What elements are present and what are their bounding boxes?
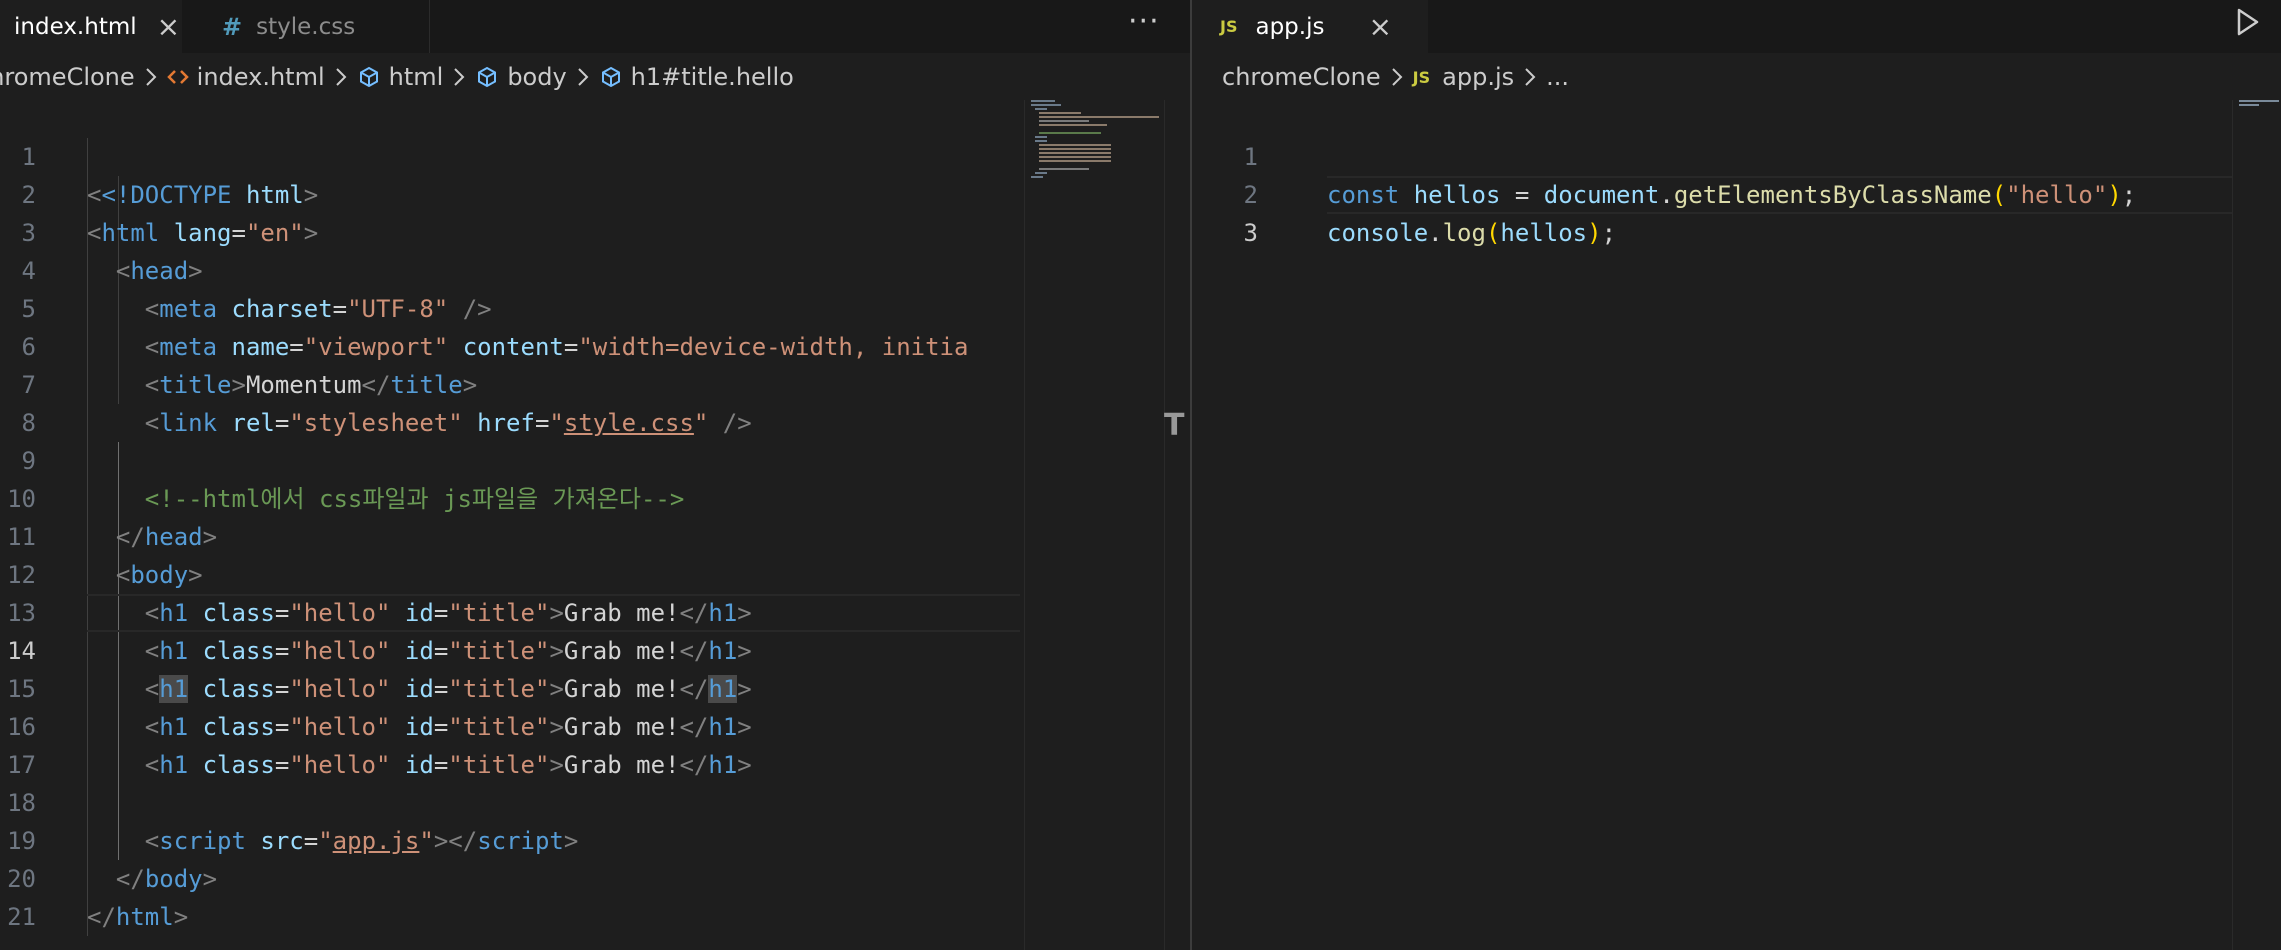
- minimap-line: [1039, 148, 1111, 150]
- code-line: 10 </head>: [0, 442, 1190, 551]
- js-file-icon: JS: [1412, 67, 1431, 87]
- line-number-current: 3: [1243, 219, 1258, 247]
- minimap-line: [1039, 152, 1111, 154]
- code-line: 6 <title>Momentum</title>: [0, 290, 1190, 399]
- tab-index-html[interactable]: index.html ×: [0, 0, 182, 53]
- code-line: 5 <meta name="viewport" content="width=d…: [0, 252, 1190, 361]
- chevron-right-icon: [1391, 67, 1403, 87]
- code-line: 13 <h1 class="hello" id="title">Grab me!…: [0, 556, 1190, 665]
- line-number: 21: [7, 903, 36, 931]
- close-icon[interactable]: ×: [157, 12, 180, 41]
- minimap-line: [1039, 124, 1107, 126]
- code-line: 11 <body>: [0, 480, 1190, 589]
- play-icon[interactable]: [2235, 6, 2261, 38]
- tab-style-css[interactable]: # style.css: [192, 0, 430, 53]
- breadcrumb-file-label: app.js: [1442, 63, 1515, 91]
- breadcrumb-element-html[interactable]: html: [357, 63, 444, 91]
- left-tab-bar: index.html × # style.css ···: [0, 0, 1190, 53]
- code-line: 12 <h1 class="hello" id="title">Grab me!…: [0, 518, 1190, 627]
- code-line: 21: [0, 860, 1190, 931]
- code-editor-app-js[interactable]: 1 const hellos = document.getElementsByC…: [1192, 100, 2281, 950]
- code-line: 4 <meta charset="UTF-8" />: [0, 214, 1190, 323]
- code-line: 7 <link rel="stylesheet" href="style.css…: [0, 328, 1190, 437]
- minimap-line: [1031, 100, 1055, 102]
- breadcrumb-folder[interactable]: chromeClone: [0, 63, 135, 91]
- minimap-line: [1039, 116, 1159, 118]
- minimap[interactable]: [2232, 100, 2281, 950]
- breadcrumb-symbols[interactable]: ...: [1546, 63, 1569, 91]
- tab-label: app.js: [1255, 13, 1325, 40]
- js-file-icon: JS: [1220, 17, 1238, 36]
- code-line: 1 const hellos = document.getElementsByC…: [1192, 100, 2281, 209]
- tab-label: index.html: [14, 13, 137, 40]
- minimap-line: [2239, 104, 2259, 106]
- chevron-right-icon: [145, 67, 157, 87]
- code-line: 15 <h1 class="hello" id="title">Grab me!…: [0, 632, 1190, 741]
- code-line-current: 3: [1192, 176, 2281, 247]
- css-file-icon: #: [222, 12, 243, 41]
- minimap-line: [1031, 176, 1043, 178]
- chevron-right-icon: [577, 67, 589, 87]
- minimap-line: [2239, 100, 2279, 102]
- code-line: 20 </html>: [0, 822, 1190, 931]
- left-editor-group: index.html × # style.css ··· chromeClone…: [0, 0, 1190, 950]
- close-icon[interactable]: ×: [1368, 12, 1391, 41]
- minimap-line: [1035, 172, 1047, 174]
- breadcrumb-label: html: [388, 63, 444, 91]
- breadcrumb-element-body[interactable]: body: [475, 63, 567, 91]
- code-line-current: 14 <h1 class="hello" id="title">Grab me!…: [0, 594, 1190, 703]
- breadcrumb: chromeClone JS app.js ...: [1222, 53, 2281, 101]
- code-line: 19 </body>: [0, 784, 1190, 893]
- symbol-element-icon: [475, 65, 499, 89]
- html-file-icon: [166, 67, 189, 87]
- code-line: 9 <!--html에서 css파일과 js파일을 가져온다-->: [0, 404, 1190, 513]
- breadcrumb-file[interactable]: index.html: [166, 63, 325, 91]
- minimap-line: [1031, 104, 1061, 106]
- breadcrumb: chromeClone index.html html body h1#titl…: [0, 53, 1190, 101]
- code-line: 2 <html lang="en">: [0, 138, 1190, 247]
- minimap-line: [1039, 160, 1111, 162]
- code-line: 16 <h1 class="hello" id="title">Grab me!…: [0, 670, 1190, 779]
- symbol-element-icon: [357, 65, 381, 89]
- breadcrumb-file-label: index.html: [196, 63, 325, 91]
- code-line: 2 console.log(hellos);: [1192, 138, 2281, 247]
- minimap-line: [1039, 144, 1111, 146]
- chevron-right-icon: [335, 67, 347, 87]
- right-tab-bar: JS app.js ×: [1192, 0, 2281, 53]
- minimap-line: [1039, 112, 1081, 114]
- code-line: 3 <head>: [0, 176, 1190, 285]
- minimap-line: [1039, 132, 1101, 134]
- tab-app-js[interactable]: JS app.js ×: [1192, 0, 1428, 53]
- minimap-line: [1035, 140, 1047, 142]
- minimap-line: [1035, 136, 1047, 138]
- code-line: 1 <<!DOCTYPE html>: [0, 100, 1190, 209]
- minimap-line: [1039, 120, 1089, 122]
- chevron-right-icon: [453, 67, 465, 87]
- chevron-right-icon: [1524, 67, 1536, 87]
- right-editor-group: JS app.js × chromeClone JS app.js ... 1 …: [1192, 0, 2281, 950]
- tab-label: style.css: [256, 13, 356, 40]
- breadcrumb-file[interactable]: JS app.js: [1413, 63, 1514, 91]
- text-cursor-icon: T: [1164, 408, 1185, 443]
- minimap[interactable]: [1024, 100, 1164, 950]
- breadcrumb-label: body: [507, 63, 567, 91]
- code-line: 8: [0, 366, 1190, 437]
- minimap-line: [1035, 108, 1047, 110]
- breadcrumb-element-h1[interactable]: h1#title.hello: [599, 63, 794, 91]
- code-line: 18 <script src="app.js"></script>: [0, 746, 1190, 855]
- code-editor-index-html[interactable]: 1 <<!DOCTYPE html> 2 <html lang="en"> 3 …: [0, 100, 1190, 950]
- minimap-line: [1039, 156, 1111, 158]
- breadcrumb-folder[interactable]: chromeClone: [1222, 63, 1381, 91]
- breadcrumb-label: h1#title.hello: [630, 63, 794, 91]
- more-actions-icon[interactable]: ···: [1128, 4, 1160, 39]
- code-line: 17: [0, 708, 1190, 779]
- minimap-line: [1039, 168, 1089, 170]
- vertical-scrollbar[interactable]: [1164, 100, 1190, 950]
- symbol-element-icon: [599, 65, 623, 89]
